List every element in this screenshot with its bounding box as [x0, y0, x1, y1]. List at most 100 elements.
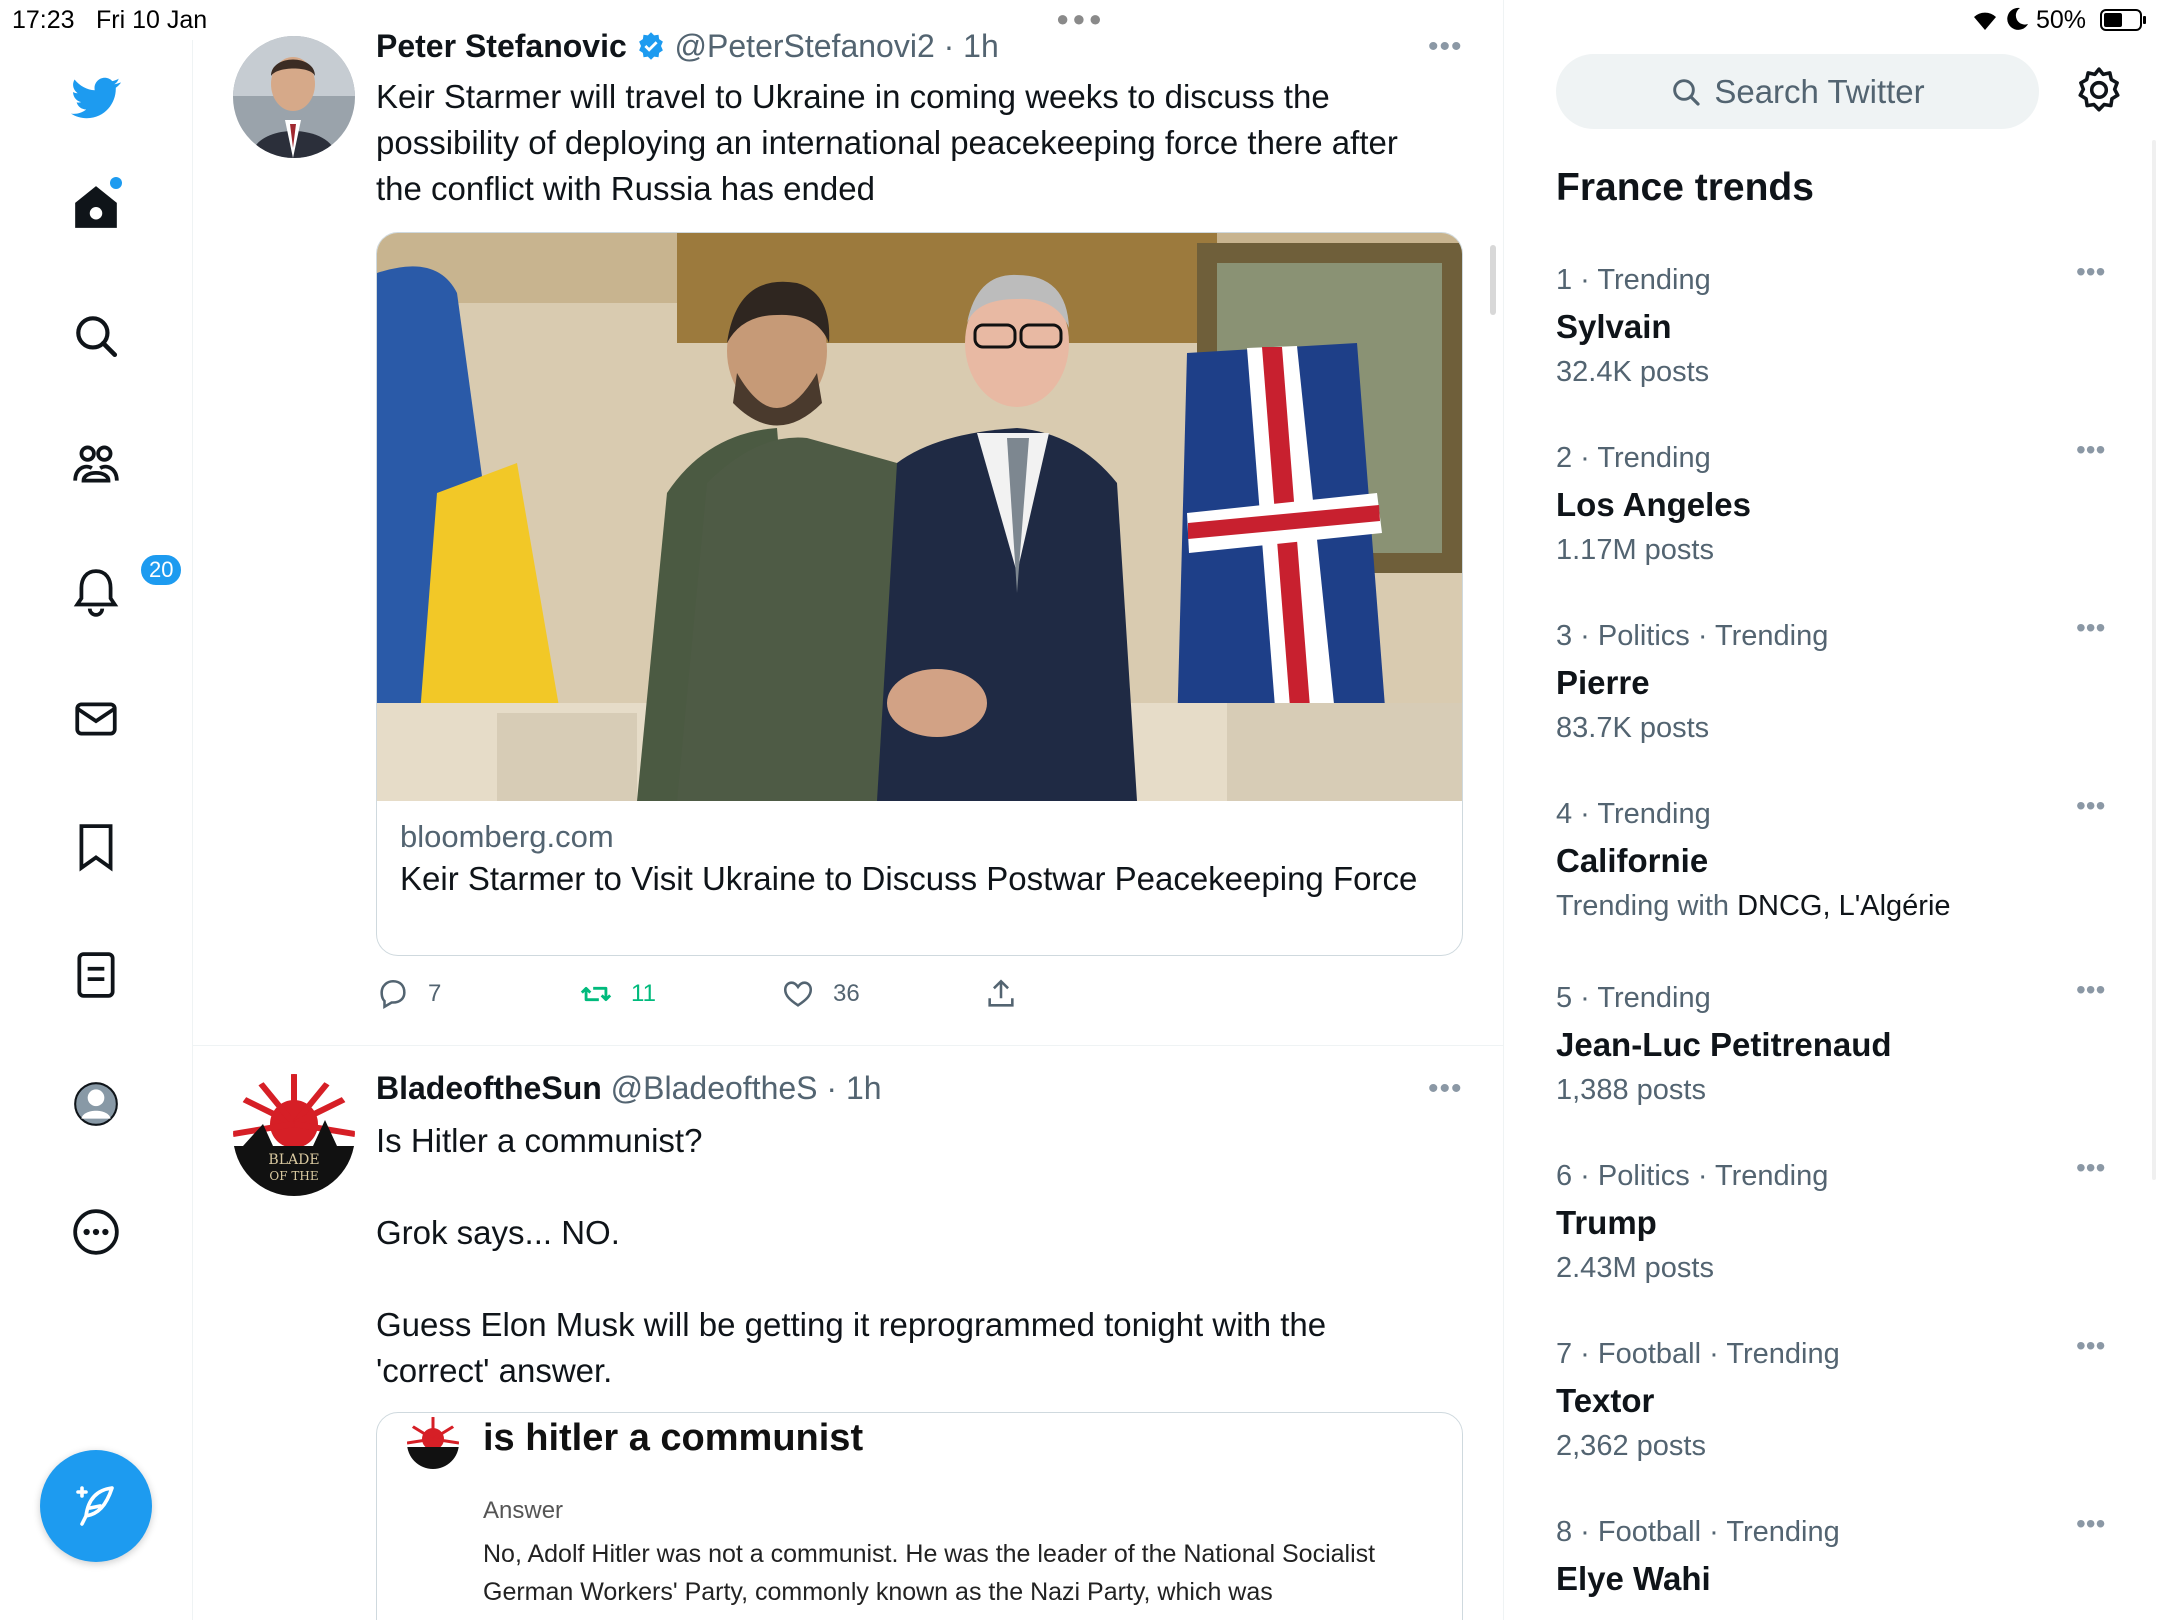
link-card-title: Keir Starmer to Visit Ukraine to Discuss… — [400, 860, 1418, 897]
trend-meta: 8 · Football · Trending — [1556, 1516, 1840, 1548]
trend-item[interactable]: 7 · Football · Trending Textor 2,362 pos… — [1556, 1330, 2116, 1508]
like-count: 36 — [833, 980, 860, 1007]
trend-item[interactable]: 3 · Politics · Trending Pierre 83.7K pos… — [1556, 612, 2116, 790]
author-handle[interactable]: @PeterStefanovi2 — [675, 28, 935, 64]
embed-answer-text: No, Adolf Hitler was not a communist. He… — [483, 1540, 1376, 1620]
tweet[interactable]: BLADE OF THE BladeoftheSun @BladeoftheS … — [193, 1046, 1503, 1620]
bell-icon — [73, 569, 119, 617]
home-new-dot — [110, 177, 122, 189]
trend-related-terms[interactable]: DNCG, L'Algérie — [1737, 890, 1950, 922]
trend-item[interactable]: 5 · Trending Jean-Luc Petitrenaud 1,388 … — [1556, 974, 2116, 1152]
link-card-domain: bloomberg.com — [400, 819, 614, 854]
compose-feather-icon — [76, 1486, 114, 1526]
feed-scrollbar[interactable] — [1490, 245, 1496, 315]
retweet-count: 11 — [631, 980, 656, 1007]
trend-item[interactable]: 4 · Trending Californie Trending with DN… — [1556, 790, 2116, 968]
nav-explore[interactable] — [62, 302, 130, 370]
trend-count: 1.17M posts — [1556, 534, 1714, 566]
twitter-logo-icon[interactable] — [62, 64, 130, 132]
trend-name: Trump — [1556, 1204, 1657, 1241]
trend-name: Textor — [1556, 1382, 1655, 1419]
author-avatar[interactable]: BLADE OF THE — [233, 1074, 355, 1196]
link-card[interactable]: bloomberg.com Keir Starmer to Visit Ukra… — [376, 232, 1463, 956]
trend-item[interactable]: 1 · Trending Sylvain 32.4K posts ••• — [1556, 256, 2116, 434]
status-date: Fri 10 Jan — [96, 6, 208, 34]
trend-count: 83.7K posts — [1556, 712, 1710, 744]
communities-icon — [73, 445, 119, 483]
heart-icon — [783, 981, 813, 1007]
trend-more-icon[interactable]: ••• — [2076, 1152, 2105, 1184]
envelope-icon — [75, 702, 117, 736]
timeline-feed[interactable]: Peter Stefanovic @PeterStefanovi2 · 1h •… — [193, 0, 1504, 1620]
search-bar[interactable]: Search Twitter — [1556, 54, 2039, 129]
trend-meta: 3 · Politics · Trending — [1556, 620, 1829, 652]
tweet-time[interactable]: 1h — [963, 28, 999, 64]
tweet-more-icon[interactable]: ••• — [1428, 30, 1463, 64]
trend-name: Sylvain — [1556, 308, 1672, 345]
nav-bookmarks[interactable] — [62, 813, 130, 881]
trend-meta: 7 · Football · Trending — [1556, 1338, 1840, 1370]
retweet-button[interactable]: 11 — [579, 974, 656, 1014]
nav-more[interactable] — [62, 1198, 130, 1266]
trends-title: France trends — [1556, 166, 1814, 209]
trend-more-icon[interactable]: ••• — [2076, 434, 2105, 466]
trend-name: Jean-Luc Petitrenaud — [1556, 1026, 1892, 1063]
search-icon — [76, 316, 118, 358]
share-button[interactable] — [984, 974, 1036, 1014]
trend-more-icon[interactable]: ••• — [2076, 612, 2105, 644]
bookmark-icon — [79, 824, 113, 872]
settings-gear-button[interactable] — [2074, 66, 2124, 116]
trend-name: Los Angeles — [1556, 486, 1751, 523]
tweet-more-icon[interactable]: ••• — [1428, 1072, 1463, 1106]
compose-tweet-button[interactable] — [40, 1450, 152, 1562]
author-name[interactable]: BladeoftheSun — [376, 1070, 602, 1106]
tweet-time[interactable]: 1h — [846, 1070, 882, 1106]
profile-avatar-icon — [74, 1082, 118, 1126]
reply-icon — [380, 979, 406, 1010]
svg-text:BLADE: BLADE — [268, 1152, 319, 1168]
author-name[interactable]: Peter Stefanovic — [376, 28, 627, 64]
nav-home[interactable] — [62, 173, 130, 241]
nav-messages[interactable] — [62, 685, 130, 753]
embed-query: is hitler a communist — [483, 1417, 864, 1459]
trend-item[interactable]: 2 · Trending Los Angeles 1.17M posts ••• — [1556, 434, 2116, 612]
reply-button[interactable]: 7 — [376, 974, 441, 1014]
nav-profile[interactable] — [62, 1070, 130, 1138]
tweet[interactable]: Peter Stefanovic @PeterStefanovi2 · 1h •… — [193, 0, 1503, 1045]
trend-item[interactable]: 6 · Politics · Trending Trump 2.43M post… — [1556, 1152, 2116, 1330]
trend-item[interactable]: 8 · Football · Trending Elye Wahi ••• — [1556, 1508, 2116, 1620]
trend-meta: 1 · Trending — [1556, 264, 1711, 296]
trend-more-icon[interactable]: ••• — [2076, 790, 2105, 822]
trend-more-icon[interactable]: ••• — [2076, 1330, 2105, 1362]
trend-meta: 4 · Trending — [1556, 798, 1711, 830]
right-sidebar: Search Twitter France trends 1 · Trendin… — [1504, 0, 2160, 1620]
nav-communities[interactable] — [62, 430, 130, 498]
trend-more-icon[interactable]: ••• — [2076, 1508, 2105, 1540]
retweet-icon — [580, 986, 612, 1002]
like-button[interactable]: 36 — [781, 974, 860, 1014]
trend-count-prefix: Trending with — [1556, 890, 1738, 922]
nav-lists[interactable] — [62, 941, 130, 1009]
tweet-header: Peter Stefanovic @PeterStefanovi2 · 1h — [376, 28, 999, 64]
nav-notifications[interactable]: 20 — [62, 552, 185, 626]
tweet-text: Keir Starmer will travel to Ukraine in c… — [376, 78, 1398, 207]
embed-answer-label: Answer — [483, 1497, 564, 1524]
trend-more-icon[interactable]: ••• — [2076, 256, 2105, 288]
left-navigation: 20 — [0, 40, 193, 1620]
link-card-image — [377, 233, 1462, 801]
trend-count: 32.4K posts — [1556, 356, 1710, 388]
embedded-image-card[interactable]: is hitler a communist Answer No, Adolf H… — [376, 1412, 1463, 1620]
trend-meta: 5 · Trending — [1556, 982, 1711, 1014]
author-avatar[interactable] — [233, 36, 355, 158]
sidebar-scrollbar[interactable] — [2152, 140, 2156, 1180]
list-icon — [77, 952, 115, 998]
status-time: 17:23 — [12, 6, 75, 34]
tweet-actions: 7 11 36 — [376, 974, 1076, 1014]
share-icon — [988, 979, 1014, 1007]
embed-avatar — [407, 1417, 459, 1469]
trend-more-icon[interactable]: ••• — [2076, 974, 2105, 1006]
tweet-header: BladeoftheSun @BladeoftheS · 1h — [376, 1070, 882, 1106]
reply-count: 7 — [428, 980, 442, 1007]
more-circle-icon — [73, 1209, 119, 1255]
author-handle[interactable]: @BladeoftheS — [611, 1070, 818, 1106]
